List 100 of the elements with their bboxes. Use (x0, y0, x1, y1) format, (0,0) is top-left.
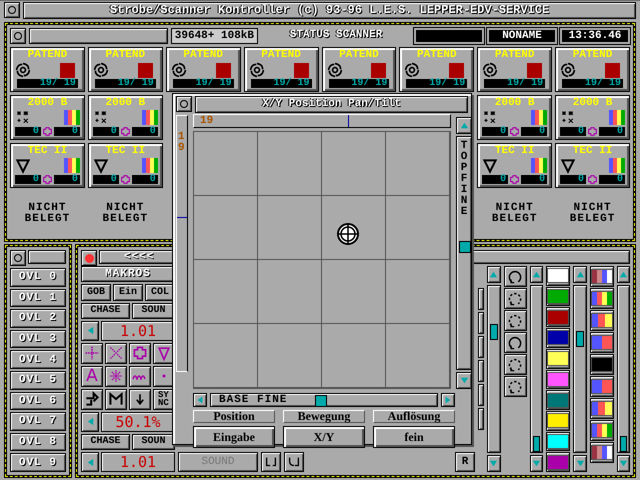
rotate-arrow-icon (507, 378, 524, 394)
macro-button[interactable]: SOUN (132, 302, 175, 319)
scroll-down-button[interactable] (530, 455, 544, 472)
channel-reading: 0 (92, 127, 119, 136)
tool-button[interactable] (105, 388, 127, 410)
channel-reading: 19/ 19 (94, 79, 156, 88)
fixture-card[interactable]: PATEND 19/ 19 (244, 47, 318, 92)
fixture-card[interactable]: TEC II 0 0 (88, 143, 163, 188)
fixture-name: PATEND (182, 50, 224, 61)
tool-button[interactable] (81, 388, 103, 410)
top-fine-slider[interactable]: TOP FINE (456, 136, 472, 370)
clock: 13:36.46 (560, 28, 630, 44)
setting-button[interactable]: X/Y (283, 426, 365, 448)
up-triangle-icon (576, 270, 585, 279)
fixture-card[interactable]: PATEND 19/ 19 (399, 47, 474, 92)
channel-reading: 0 (482, 175, 508, 184)
slider-thumb[interactable] (576, 331, 584, 347)
scroll-up-button[interactable] (530, 266, 544, 283)
scroll-up-button[interactable] (487, 266, 501, 283)
tool-button[interactable] (478, 408, 484, 430)
scroll-down-button[interactable] (487, 455, 501, 472)
tool-button[interactable] (105, 342, 127, 364)
macro-button[interactable]: CHASE (81, 434, 130, 450)
fixture-card[interactable]: TEC II 0 0 (10, 143, 85, 188)
setting-button[interactable]: fein (373, 426, 455, 448)
fixture-card[interactable]: PATEND 19/ 19 (166, 47, 241, 92)
triangle-icon (482, 158, 498, 174)
rotate-right-button[interactable] (284, 452, 304, 472)
color-wheel-swatch (531, 158, 548, 173)
fixture-card[interactable]: PATEND 19/ 19 (555, 47, 630, 92)
triangle-icon (560, 158, 576, 174)
rotate-left-button[interactable] (261, 452, 281, 472)
macro-button[interactable]: SOUN (132, 434, 175, 450)
fixture-card[interactable]: 2000 B 0 0 (88, 95, 163, 140)
rotation-button[interactable] (504, 354, 528, 375)
setting-button[interactable]: Eingabe (193, 426, 275, 448)
scroll-down-button[interactable] (456, 372, 472, 389)
close-box[interactable] (176, 96, 192, 112)
fixture-card[interactable]: PATEND 19/ 19 (88, 47, 163, 92)
pan-reading: 19 (199, 115, 214, 127)
rotation-button[interactable] (504, 376, 528, 397)
slider-thumb[interactable] (533, 436, 540, 452)
close-box[interactable] (81, 250, 97, 266)
fixture-card[interactable]: 2000 B 0 0 (10, 95, 85, 140)
slider-track[interactable] (616, 285, 630, 453)
scroll-left-button[interactable] (193, 393, 207, 407)
fixture-card[interactable]: PATEND 19/ 19 (322, 47, 396, 92)
scroll-up-button[interactable] (573, 266, 587, 283)
tool-button[interactable] (478, 336, 484, 358)
tool-button[interactable] (129, 342, 151, 364)
rotation-button[interactable] (504, 310, 528, 331)
fixture-card[interactable]: TEC II 0 0 (477, 143, 552, 188)
value-display: 1.01 (101, 320, 175, 341)
fixture-name: 2000 B (494, 98, 536, 109)
fixture-name: PATEND (260, 50, 302, 61)
close-box[interactable] (4, 2, 20, 18)
slider-track[interactable] (573, 285, 587, 453)
slider-thumb[interactable] (620, 436, 627, 452)
down-triangle-icon (618, 459, 628, 468)
rotation-button[interactable] (504, 332, 528, 353)
tool-button[interactable] (478, 288, 484, 310)
decrement-button[interactable] (81, 452, 99, 472)
scroll-up-button[interactable] (456, 117, 472, 134)
macro-button[interactable]: Ein (113, 284, 143, 301)
scroll-up-button[interactable] (616, 266, 630, 283)
tool-button[interactable] (129, 388, 151, 410)
slider-thumb[interactable] (459, 241, 471, 253)
decrement-button[interactable] (81, 320, 99, 341)
rotation-button[interactable] (504, 266, 528, 287)
fixture-card[interactable]: 2000 B 0 0 (477, 95, 552, 140)
tool-button[interactable] (478, 312, 484, 334)
base-fine-slider[interactable]: BASE FINE (210, 393, 438, 407)
slider-thumb[interactable] (490, 324, 498, 340)
fixture-card[interactable]: TEC II 0 0 (555, 143, 630, 188)
tool-button[interactable] (81, 342, 103, 364)
fixture-card[interactable]: PATEND 19/ 19 (10, 47, 85, 92)
close-box[interactable] (10, 28, 26, 44)
macro-button[interactable]: CHASE (81, 302, 130, 319)
value-display: 50.1% (101, 412, 175, 432)
fixture-card[interactable]: 2000 B 0 0 (555, 95, 630, 140)
tool-button[interactable] (129, 366, 151, 387)
fixture-card[interactable]: PATEND 19/ 19 (477, 47, 552, 92)
scroll-down-button[interactable] (573, 455, 587, 472)
channel-reading: 19/ 19 (406, 79, 468, 88)
gobo-icon (509, 174, 520, 185)
scroll-right-button[interactable] (441, 393, 455, 407)
scroll-down-button[interactable] (616, 455, 630, 472)
decrement-button[interactable] (81, 412, 99, 432)
close-box[interactable] (10, 250, 26, 266)
tool-button[interactable] (478, 384, 484, 406)
macro-button[interactable]: COL (145, 284, 175, 301)
value-display: 1.01 (101, 452, 175, 472)
slider-track[interactable] (487, 285, 501, 453)
slider-track[interactable] (530, 285, 544, 453)
slider-thumb[interactable] (314, 395, 327, 407)
rotation-button[interactable] (504, 288, 528, 309)
crosshair-icon[interactable] (336, 222, 360, 246)
tool-button[interactable] (478, 360, 484, 382)
tool-button[interactable] (105, 366, 127, 387)
macro-button[interactable]: GOB (81, 284, 111, 301)
